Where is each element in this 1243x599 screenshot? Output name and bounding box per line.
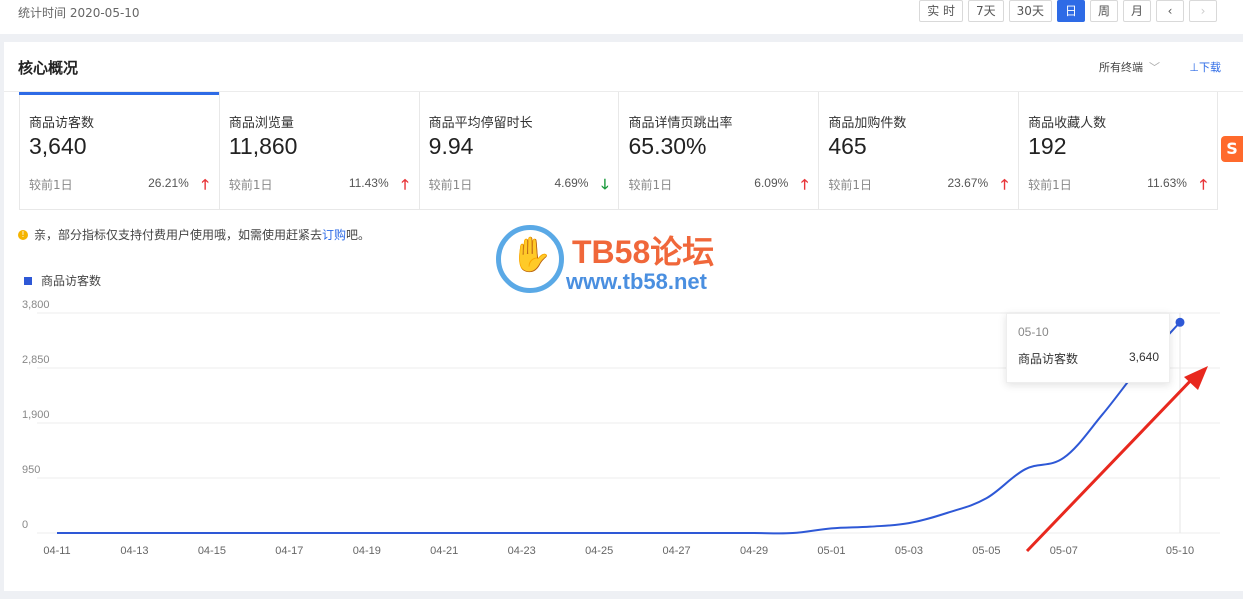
x-tick-label: 04-23 [508, 545, 536, 557]
x-tick-label: 05-10 [1166, 545, 1194, 557]
hand-icon: ✋ [510, 235, 553, 275]
y-tick-label: 1,900 [22, 409, 50, 421]
x-tick-label: 04-11 [43, 545, 70, 557]
x-tick-label: 04-27 [663, 545, 691, 557]
x-tick-label: 04-21 [430, 545, 458, 557]
input-method-icon[interactable]: S [1221, 136, 1243, 162]
tooltip-series-name: 商品访客数 [1018, 352, 1079, 366]
watermark: ✋ TB58论坛 www.tb58.net [496, 225, 756, 335]
x-tick-label: 04-25 [585, 545, 613, 557]
x-tick-label: 05-03 [895, 545, 923, 557]
y-tick-label: 0 [22, 519, 28, 531]
y-tick-label: 3,800 [22, 299, 50, 311]
data-point [1175, 317, 1185, 327]
x-tick-label: 05-01 [817, 545, 845, 557]
x-tick-label: 04-29 [740, 545, 768, 557]
x-tick-label: 04-17 [275, 545, 303, 557]
x-tick-label: 05-07 [1050, 545, 1078, 557]
x-tick-label: 05-05 [972, 545, 1000, 557]
annotation-arrow-head [1184, 366, 1208, 390]
x-tick-label: 04-13 [120, 545, 148, 557]
x-tick-label: 04-15 [198, 545, 226, 557]
watermark-title: TB58论坛 [572, 234, 715, 270]
tooltip-value: 3,640 [1128, 350, 1159, 364]
x-tick-label: 04-19 [353, 545, 381, 557]
tooltip-date: 05-10 [1018, 325, 1049, 339]
y-tick-label: 2,850 [22, 354, 50, 366]
chart-tooltip: 05-10 商品访客数 3,640 [1006, 313, 1170, 383]
watermark-url: www.tb58.net [566, 269, 707, 294]
y-tick-label: 950 [22, 464, 40, 476]
